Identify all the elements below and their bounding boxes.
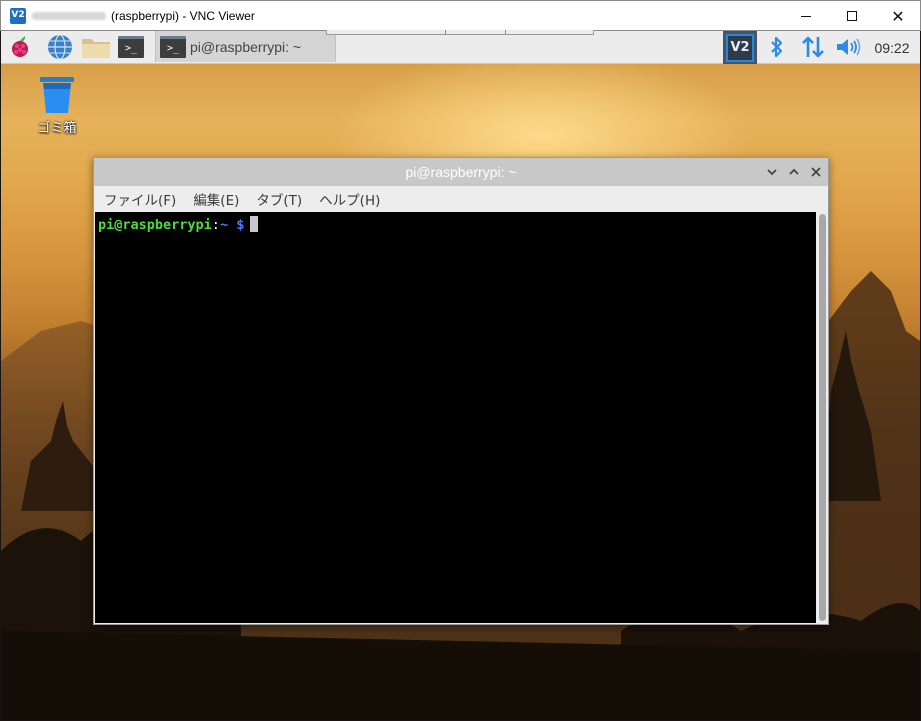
raspberry-pi-taskbar: >_ >_ pi@raspberrypi: ~ V2 09:22 [1,31,920,64]
network-tray-button[interactable] [799,33,827,61]
volume-icon [837,38,861,56]
close-icon [811,167,821,177]
vnc-server-tray-button[interactable]: V2 [723,31,757,64]
taskbar-item-terminal[interactable]: >_ pi@raspberrypi: ~ [155,31,336,62]
terminal-close-button[interactable] [806,162,826,182]
prompt-symbol: $ [236,217,245,233]
vnc-icon: V2 [726,33,754,62]
taskbar-item-label: pi@raspberrypi: ~ [190,38,302,55]
vnc-toolbar-handle[interactable] [326,30,594,35]
bluetooth-icon [771,36,783,58]
raspberry-menu-button[interactable] [5,33,35,61]
terminal-menubar: ファイル(F) 編集(E) タブ(T) ヘルプ(H) [94,186,828,212]
toolbar-divider [505,30,506,34]
terminal-title: pi@raspberrypi: ~ [405,164,517,180]
vnc-viewer-titlebar[interactable]: V2 (raspberrypi) - VNC Viewer ✕ [0,0,921,31]
maximize-icon [847,11,857,21]
chevron-up-icon [789,168,799,175]
folder-icon [82,39,110,58]
terminal-output-area[interactable]: pi@raspberrypi:~ $ [95,212,816,623]
window-maximize-button[interactable] [829,1,875,31]
prompt-user-host: pi@raspberrypi [98,217,212,233]
terminal-icon: >_ [118,36,144,58]
toolbar-divider [445,30,446,34]
menu-tabs[interactable]: タブ(T) [249,189,309,209]
network-arrows-icon [802,36,824,58]
scrollbar-thumb[interactable] [819,214,826,621]
prompt-path: ~ [219,217,229,233]
terminal-titlebar[interactable]: pi@raspberrypi: ~ [94,158,828,186]
raspberry-pi-desktop[interactable]: >_ >_ pi@raspberrypi: ~ V2 09:22 ゴミ箱 pi@… [1,31,920,720]
window-title: (raspberrypi) - VNC Viewer [111,8,255,23]
menu-help[interactable]: ヘルプ(H) [312,189,387,209]
menu-edit[interactable]: 編集(E) [186,189,246,209]
volume-tray-button[interactable] [833,33,863,61]
terminal-launcher[interactable]: >_ [115,33,147,61]
trash-label: ゴミ箱 [37,121,77,136]
file-manager-launcher[interactable] [79,33,113,61]
prompt-separator: : [211,217,220,233]
terminal-scrollbar[interactable] [817,212,828,623]
window-close-button[interactable]: ✕ [875,1,921,31]
terminal-maximize-button[interactable] [784,162,804,182]
bluetooth-tray-button[interactable] [765,33,789,61]
vnc-viewer-app-icon: V2 [10,7,26,24]
chevron-down-icon [767,169,777,176]
terminal-minimize-button[interactable] [762,162,782,182]
terminal-window[interactable]: pi@raspberrypi: ~ ファイル(F) 編集(E) タブ(T) ヘル… [93,157,829,625]
window-minimize-button[interactable] [783,1,829,31]
redacted-ip-address [32,11,106,20]
menu-file[interactable]: ファイル(F) [97,189,183,209]
terminal-icon: >_ [160,35,186,58]
close-icon: ✕ [891,6,905,26]
minimize-icon [801,15,811,17]
panel-clock[interactable]: 09:22 [867,31,917,64]
globe-icon [48,34,72,60]
raspberry-icon [12,36,28,57]
desktop-trash-shortcut[interactable]: ゴミ箱 [27,75,87,137]
web-browser-launcher[interactable] [45,33,75,61]
trash-bin-icon [40,77,74,113]
text-cursor [250,216,259,232]
